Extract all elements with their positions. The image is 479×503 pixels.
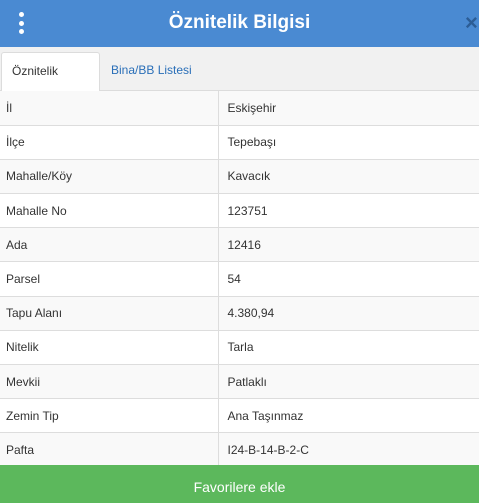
tab-attribute-info[interactable]: Öznitelik Bilgisi — [1, 52, 100, 114]
table-row: Mahalle/Köy Kavacık — [0, 159, 479, 195]
attribute-key: İl — [0, 91, 219, 126]
attribute-key: Mevkii — [0, 364, 219, 400]
attribute-value: Ana Taşınmaz — [218, 398, 479, 434]
table-row: Mevkii Patlaklı — [0, 364, 479, 400]
attribute-key: Tapu Alanı — [0, 296, 219, 331]
table-row: Parsel 54 — [0, 261, 479, 297]
table-row: Nitelik Tarla — [0, 330, 479, 366]
attribute-key: İlçe — [0, 125, 219, 160]
attribute-key: Zemin Tip — [0, 398, 219, 434]
attribute-key: Parsel — [0, 261, 219, 297]
attribute-value: Tarla — [218, 330, 479, 366]
table-row: İlçe Tepebaşı — [0, 125, 479, 160]
attribute-value: I24-B-14-B-2-C — [218, 432, 479, 468]
table-row: Tapu Alanı 4.380,94 — [0, 296, 479, 331]
table-row: Ada 12416 — [0, 227, 479, 263]
attribute-table: İl Eskişehir İlçe Tepebaşı Mahalle/Köy Kavacı… — [0, 91, 479, 468]
table-row: İl Eskişehir — [0, 91, 479, 126]
attribute-value: Tepebaşı — [218, 125, 479, 160]
close-icon[interactable]: × — [465, 12, 479, 34]
attribute-value: 12416 — [218, 227, 479, 263]
panel-header: Öznitelik Bilgisi × — [0, 0, 479, 47]
attribute-value: 123751 — [218, 193, 479, 229]
attribute-value: 4.380,94 — [218, 296, 479, 331]
attribute-key: Mahalle No — [0, 193, 219, 229]
attribute-key: Ada — [0, 227, 219, 263]
table-row: Zemin Tip Ana Taşınmaz — [0, 398, 479, 434]
attribute-key: Nitelik — [0, 330, 219, 366]
attribute-key: Mahalle/Köy — [0, 159, 219, 195]
panel-title: Öznitelik Bilgisi — [168, 12, 311, 33]
attribute-value: 54 — [218, 261, 479, 297]
table-row: Mahalle No 123751 — [0, 193, 479, 229]
tab-bar: Öznitelik Bilgisi Bina/BB Listesi — [0, 47, 479, 114]
add-to-favorites-button[interactable]: Favorilere ekle — [0, 465, 479, 503]
attribute-value: Patlaklı — [218, 364, 479, 400]
attribute-value: Eskişehir — [218, 91, 479, 126]
attribute-key: Pafta — [0, 432, 219, 468]
attribute-value: Kavacık — [218, 159, 479, 195]
table-row: Pafta I24-B-14-B-2-C — [0, 432, 479, 468]
tab-building-list[interactable]: Bina/BB Listesi — [101, 52, 202, 92]
